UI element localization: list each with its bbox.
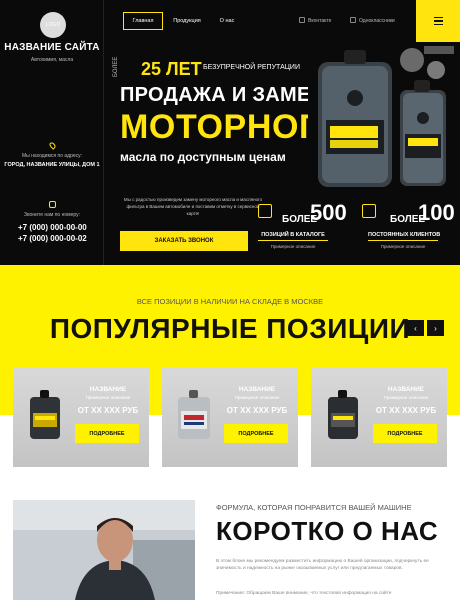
mechanic-photo [13,500,195,600]
details-button[interactable]: ПОДРОБНЕЕ [75,424,139,443]
address-label: Мы находимся по адресу: [21,153,83,159]
details-button[interactable]: ПОДРОБНЕЕ [224,424,288,443]
phone-icon [49,201,56,208]
oil-can-image [328,390,358,439]
details-button[interactable]: ПОДРОБНЕЕ [373,424,437,443]
card-brand: Примерное описание [383,395,429,400]
card-brand: Примерное описание [85,395,131,400]
nav-item-about[interactable]: О нас [210,12,244,30]
about-kicker: ФОРМУЛА, КОТОРАЯ ПОНРАВИТСЯ ВАШЕЙ МАШИНЕ [216,503,412,512]
stat-number: 100 [418,200,455,225]
address-value: ГОРОД, НАЗВАНИЕ УЛИЦЫ, ДОМ 1 [4,162,100,168]
order-call-button[interactable]: Заказать звонок [120,231,248,251]
product-card[interactable]: НАЗВАНИЕ Примерное описание ОТ ХХ ХХХ РУ… [13,367,149,467]
about-note: Примечание: Обращаем Ваше внимание, что … [216,591,392,596]
stat-number: 500 [310,200,347,225]
menu-button[interactable] [416,0,460,42]
location-pin-icon [48,141,57,150]
site-subtitle: Автохимия, масла [30,57,74,63]
site-title: НАЗВАНИЕ САЙТА [4,42,100,53]
hero-section: LOGO НАЗВАНИЕ САЙТА Автохимия, масла Мы … [0,0,460,265]
stat-catalog: БОЛЕЕ 500 позиций в каталоге Примерное о… [258,200,348,255]
phone-list: +7 (000) 000-00-00 +7 (000) 000-00-02 [18,222,87,244]
hamburger-icon [433,17,443,19]
stat-desc: Примерное описание [380,244,426,249]
nav-item-products[interactable]: Продукция [168,12,206,30]
carousel-controls: ‹ › [407,320,444,336]
hero-description: Мы с радостью произведем замену моторног… [123,197,263,216]
stat-title: позиций в каталоге [261,232,325,238]
popular-kicker: ВСЕ ПОЗИЦИИ В НАЛИЧИИ НА СКЛАДЕ В МОСКВЕ [136,297,324,306]
popular-title: ПОПУЛЯРНЫЕ ПОЗИЦИИ [49,313,411,344]
card-name: НАЗВАНИЕ [89,386,127,393]
ok-icon [350,17,356,23]
oil-can-image [178,390,210,439]
card-name: НАЗВАНИЕ [387,386,425,393]
nav-item-home[interactable]: Главная [123,12,163,30]
card-name: НАЗВАНИЕ [238,386,276,393]
vk-icon [299,17,305,23]
stat-clients: БОЛЕЕ 100 постоянных клиентов Примерное … [362,200,455,255]
card-brand: Примерное описание [234,395,280,400]
clients-icon [362,204,376,218]
next-arrow-button[interactable]: › [427,320,444,336]
vertical-label: БОЛЕЕ [113,56,119,77]
card-price: ОТ ХХ ХХХ РУБ [375,406,437,415]
catalog-icon [258,204,272,218]
call-label-block: Звоните нам по номеру: [0,212,104,218]
call-label: Звоните нам по номеру: [24,212,80,218]
years-number: 25 ЛЕТ [141,59,202,79]
oil-cans-image [308,42,460,192]
prev-arrow-button[interactable]: ‹ [407,320,424,336]
social-ok[interactable]: Одноклассники [350,17,395,24]
phone-number[interactable]: +7 (000) 000-00-02 [18,233,87,244]
logo[interactable]: LOGO [40,12,66,38]
hero-headline-3: масла по доступным ценам [120,150,286,164]
top-nav: Главная Продукция О нас Вконтакте Однокл… [104,0,460,42]
about-text: В этом блоке мы рекомендуем разместить и… [216,559,429,571]
product-card[interactable]: НАЗВАНИЕ Примерное описание ОТ ХХ ХХХ РУ… [311,367,447,467]
sidebar: LOGO НАЗВАНИЕ САЙТА Автохимия, масла Мы … [0,0,104,265]
address-block: Мы находимся по адресу: ГОРОД, НАЗВАНИЕ … [0,153,104,168]
card-price: ОТ ХХ ХХХ РУБ [77,406,139,415]
stat-desc: Примерное описание [270,244,316,249]
stat-divider [368,240,438,241]
stat-divider [258,240,328,241]
oil-can-image [30,390,60,439]
years-subtitle: БЕЗУПРЕЧНОЙ РЕПУТАЦИИ [203,64,300,71]
card-price: ОТ ХХ ХХХ РУБ [226,406,288,415]
about-title: КОРОТКО О НАС [216,516,439,546]
social-vk[interactable]: Вконтакте [299,17,331,24]
phone-number[interactable]: +7 (000) 000-00-00 [18,222,87,233]
stat-title: постоянных клиентов [368,232,441,238]
product-card[interactable]: НАЗВАНИЕ Примерное описание ОТ ХХ ХХХ РУ… [162,367,298,467]
social-ok-label: Одноклассники [359,18,395,24]
social-vk-label: Вконтакте [308,18,332,24]
